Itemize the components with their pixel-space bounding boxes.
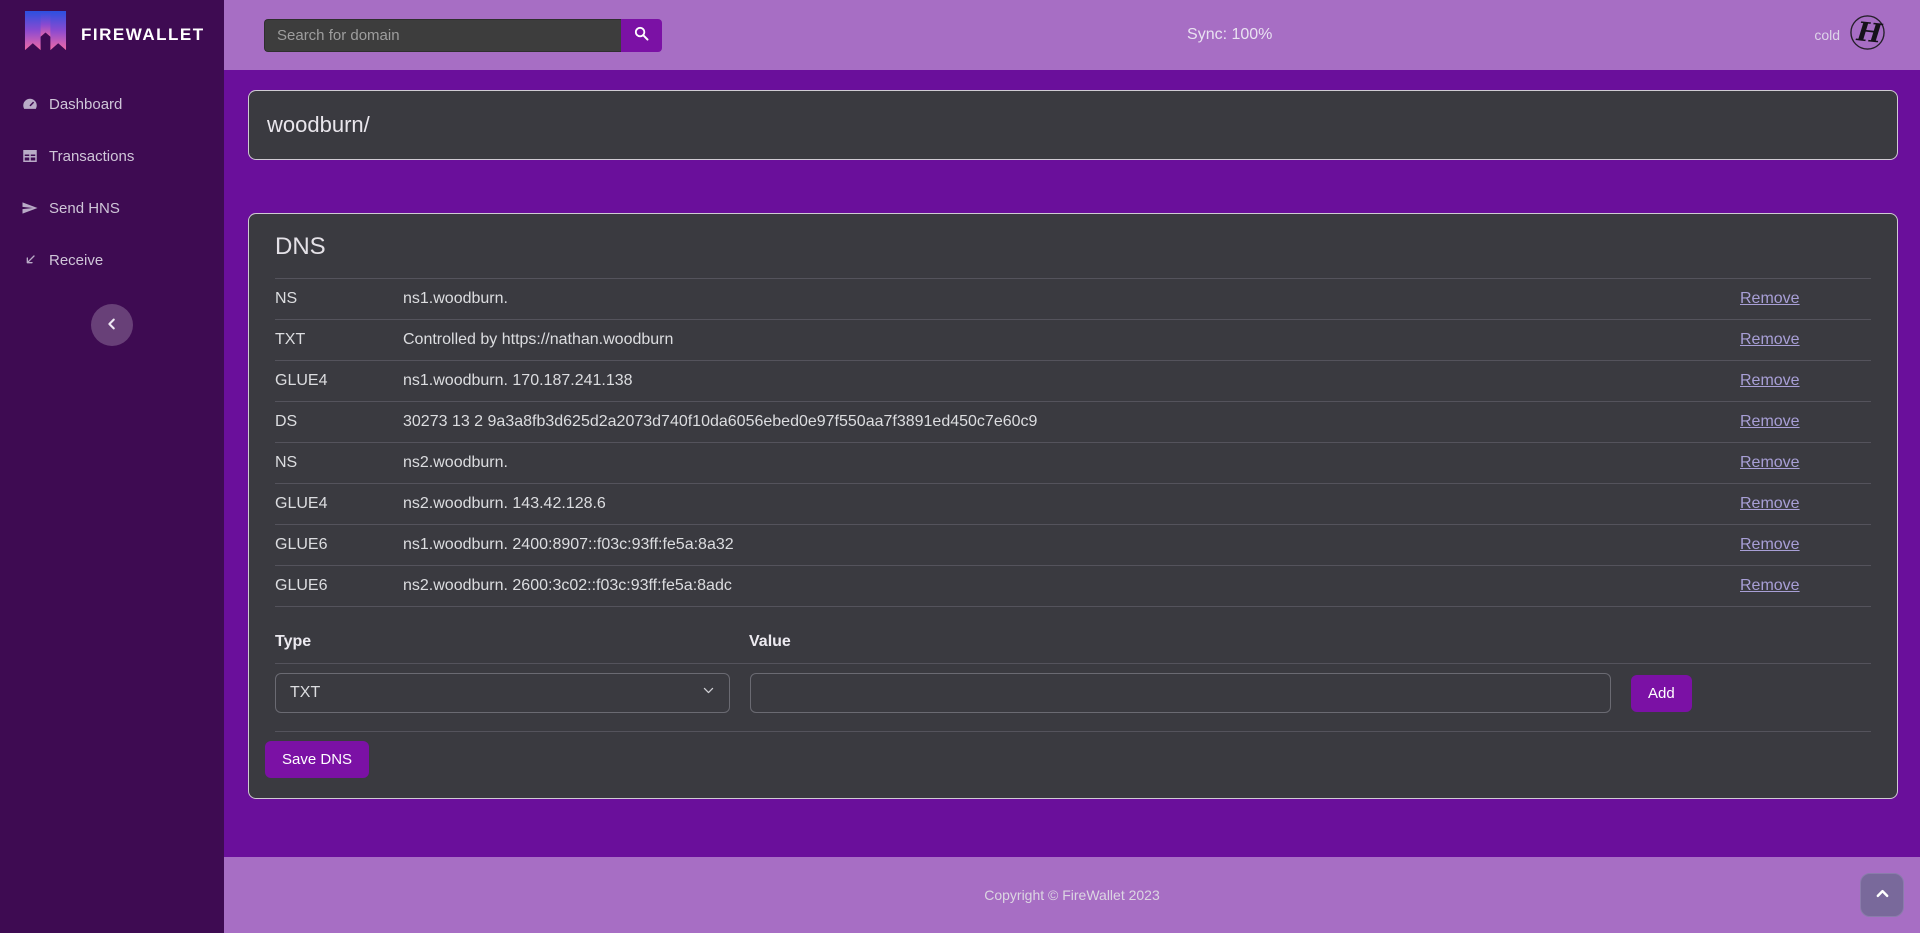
sidebar-item-transactions[interactable]: Transactions xyxy=(0,130,224,182)
record-type: NS xyxy=(275,290,403,308)
paper-plane-icon xyxy=(20,199,39,218)
wallet-name: cold xyxy=(1814,27,1840,43)
record-type: GLUE4 xyxy=(275,495,403,513)
remove-link[interactable]: Remove xyxy=(1740,413,1800,430)
record-value: ns2.woodburn. 143.42.128.6 xyxy=(403,495,1740,513)
add-record-form: TXT Add xyxy=(275,673,1871,713)
record-type-select[interactable]: TXT xyxy=(275,673,730,713)
content-area: woodburn/ DNS NS ns1.woodburn. Remove TX… xyxy=(224,70,1920,857)
chevron-up-icon xyxy=(1875,886,1890,904)
arrow-down-left-icon xyxy=(20,251,39,270)
gauge-icon xyxy=(20,95,39,114)
remove-link[interactable]: Remove xyxy=(1740,454,1800,471)
dns-record-row: GLUE4 ns1.woodburn. 170.187.241.138 Remo… xyxy=(275,361,1871,402)
selected-type: TXT xyxy=(290,684,320,702)
wallet-indicator[interactable]: cold H xyxy=(1814,14,1920,56)
dns-record-row: NS ns2.woodburn. Remove xyxy=(275,443,1871,484)
dns-record-row: GLUE4 ns2.woodburn. 143.42.128.6 Remove xyxy=(275,484,1871,525)
dns-record-row: NS ns1.woodburn. Remove xyxy=(275,279,1871,320)
record-type: TXT xyxy=(275,331,403,349)
remove-link[interactable]: Remove xyxy=(1740,536,1800,553)
sidebar-item-receive[interactable]: Receive xyxy=(0,234,224,286)
record-type: GLUE6 xyxy=(275,536,403,554)
table-icon xyxy=(20,147,39,166)
record-type: GLUE4 xyxy=(275,372,403,390)
svg-text:H: H xyxy=(1854,16,1884,50)
page-title: woodburn/ xyxy=(267,112,370,138)
add-record-button[interactable]: Add xyxy=(1631,675,1692,712)
record-value: ns2.woodburn. 2600:3c02::f03c:93ff:fe5a:… xyxy=(403,577,1740,595)
type-header: Type xyxy=(275,633,749,651)
sidebar: FIREWALLET Dashboard Transactions Send H… xyxy=(0,0,224,933)
sidebar-nav: Dashboard Transactions Send HNS Receive xyxy=(0,78,224,286)
sidebar-item-label: Dashboard xyxy=(49,96,122,113)
dns-record-row: DS 30273 13 2 9a3a8fb3d625d2a2073d740f10… xyxy=(275,402,1871,443)
record-value: ns1.woodburn. 2400:8907::f03c:93ff:fe5a:… xyxy=(403,536,1740,554)
domain-card: woodburn/ xyxy=(248,90,1898,160)
copyright-text: Copyright © FireWallet 2023 xyxy=(984,887,1160,903)
scroll-top-button[interactable] xyxy=(1860,873,1904,917)
value-header: Value xyxy=(749,633,791,651)
search-icon xyxy=(633,25,650,45)
sync-status: Sync: 100% xyxy=(1187,26,1272,44)
chevron-left-icon xyxy=(105,317,119,334)
dns-heading: DNS xyxy=(249,214,1897,278)
remove-link[interactable]: Remove xyxy=(1740,372,1800,389)
record-value: ns1.woodburn. 170.187.241.138 xyxy=(403,372,1740,390)
remove-link[interactable]: Remove xyxy=(1740,290,1800,307)
brand-name: FIREWALLET xyxy=(81,25,205,45)
sidebar-collapse-button[interactable] xyxy=(91,304,133,346)
dns-record-row: GLUE6 ns2.woodburn. 2600:3c02::f03c:93ff… xyxy=(275,566,1871,607)
chevron-down-icon xyxy=(702,684,715,702)
search-input[interactable] xyxy=(264,19,621,52)
record-value: Controlled by https://nathan.woodburn xyxy=(403,331,1740,349)
firewallet-logo-icon xyxy=(24,11,67,59)
dns-record-row: GLUE6 ns1.woodburn. 2400:8907::f03c:93ff… xyxy=(275,525,1871,566)
footer: Copyright © FireWallet 2023 xyxy=(224,857,1920,933)
sidebar-item-send-hns[interactable]: Send HNS xyxy=(0,182,224,234)
topbar: Sync: 100% cold H xyxy=(224,0,1920,70)
record-type: NS xyxy=(275,454,403,472)
record-value: ns1.woodburn. xyxy=(403,290,1740,308)
record-type: DS xyxy=(275,413,403,431)
sidebar-item-label: Send HNS xyxy=(49,200,120,217)
sidebar-item-label: Receive xyxy=(49,252,103,269)
search-button[interactable] xyxy=(621,19,662,52)
remove-link[interactable]: Remove xyxy=(1740,331,1800,348)
sidebar-item-label: Transactions xyxy=(49,148,134,165)
record-value: ns2.woodburn. xyxy=(403,454,1740,472)
add-record-headers: Type Value xyxy=(275,633,1871,664)
remove-link[interactable]: Remove xyxy=(1740,495,1800,512)
remove-link[interactable]: Remove xyxy=(1740,577,1800,594)
handshake-icon: H xyxy=(1849,14,1886,56)
brand[interactable]: FIREWALLET xyxy=(0,0,224,70)
record-value: 30273 13 2 9a3a8fb3d625d2a2073d740f10da6… xyxy=(403,413,1740,431)
save-dns-button[interactable]: Save DNS xyxy=(265,741,369,778)
form-divider xyxy=(275,731,1871,732)
sidebar-item-dashboard[interactable]: Dashboard xyxy=(0,78,224,130)
dns-card: DNS NS ns1.woodburn. Remove TXT Controll… xyxy=(248,213,1898,799)
dns-records-table: NS ns1.woodburn. Remove TXT Controlled b… xyxy=(275,278,1871,607)
dns-record-row: TXT Controlled by https://nathan.woodbur… xyxy=(275,320,1871,361)
record-type: GLUE6 xyxy=(275,577,403,595)
record-value-input[interactable] xyxy=(750,673,1611,713)
domain-search xyxy=(264,19,662,52)
